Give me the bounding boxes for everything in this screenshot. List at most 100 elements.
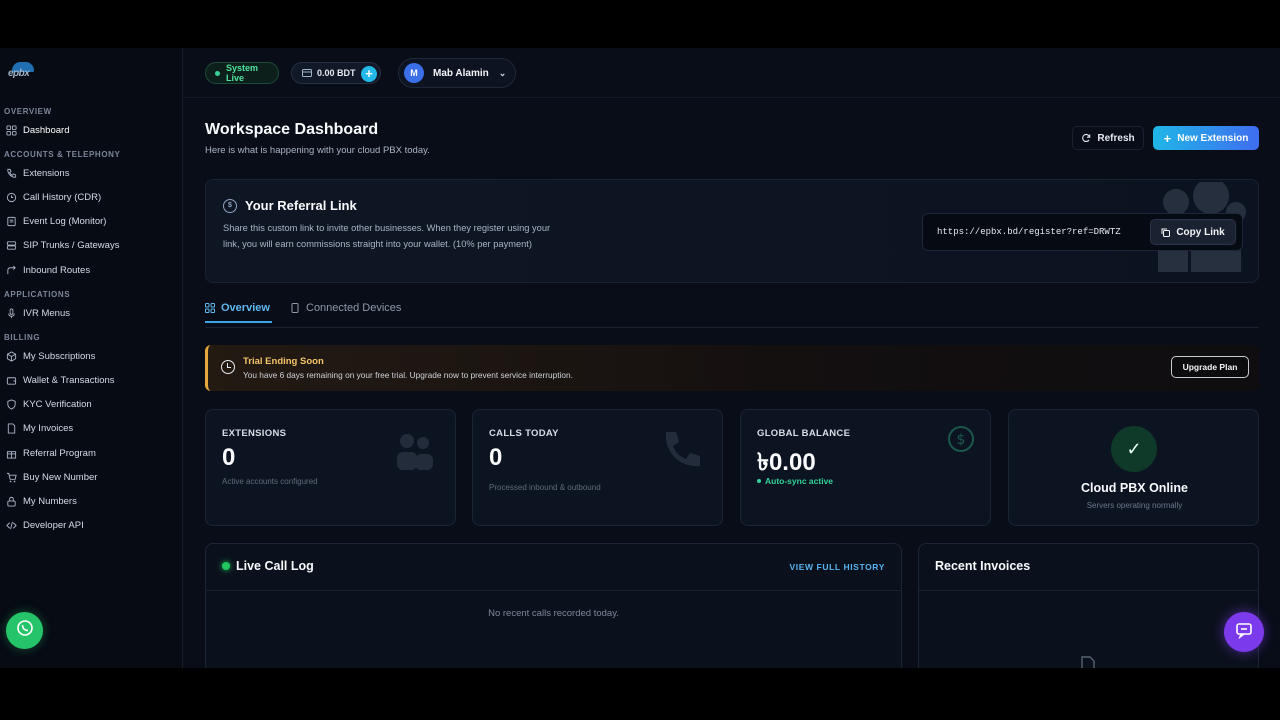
sidebar: epbx OVERVIEW Dashboard ACCOUNTS & TELEP…	[0, 48, 183, 668]
route-icon	[6, 265, 17, 276]
chat-icon	[1235, 621, 1253, 644]
add-funds-button[interactable]: +	[361, 66, 377, 82]
app-window: epbx OVERVIEW Dashboard ACCOUNTS & TELEP…	[0, 48, 1280, 668]
sync-dot-icon	[757, 479, 761, 483]
auto-sync-status: Auto-sync active	[757, 476, 833, 486]
active-tab-indicator	[205, 321, 272, 323]
logo[interactable]: epbx	[6, 62, 40, 84]
card-icon	[302, 69, 312, 77]
log-icon	[6, 216, 17, 227]
sidebar-item-sip-trunks[interactable]: SIP Trunks / Gateways	[0, 234, 176, 256]
sidebar-item-inbound-routes[interactable]: Inbound Routes	[0, 259, 176, 281]
referral-icon: $	[223, 198, 237, 213]
sidebar-item-event-log[interactable]: Event Log (Monitor)	[0, 210, 176, 232]
recent-invoices-panel: Recent Invoices	[918, 543, 1259, 668]
grid-icon	[205, 303, 215, 313]
sidebar-item-label: Buy New Number	[23, 471, 98, 483]
referral-card: $ Your Referral Link Share this custom l…	[205, 179, 1259, 283]
refresh-icon	[1081, 133, 1091, 143]
sidebar-item-label: Dashboard	[23, 124, 70, 136]
new-extension-button[interactable]: + New Extension	[1153, 126, 1259, 150]
sidebar-item-buy-number[interactable]: Buy New Number	[0, 466, 176, 488]
svg-text:$: $	[957, 432, 966, 448]
check-icon: ✓	[1111, 426, 1157, 472]
copy-icon	[1161, 228, 1171, 237]
sidebar-item-label: My Numbers	[23, 495, 77, 507]
sidebar-item-kyc[interactable]: KYC Verification	[0, 393, 176, 415]
document-icon	[1081, 656, 1095, 668]
top-letterbox	[0, 0, 1280, 48]
live-call-log-panel: Live Call Log VIEW FULL HISTORY No recen…	[205, 543, 902, 668]
chat-button[interactable]	[1224, 612, 1264, 652]
section-billing: BILLING	[4, 333, 41, 342]
sidebar-item-subscriptions[interactable]: My Subscriptions	[0, 345, 176, 367]
page-subtitle: Here is what is happening with your clou…	[205, 145, 430, 156]
stat-sub: Active accounts configured	[222, 477, 318, 486]
users-icon	[397, 434, 433, 470]
sidebar-item-referral[interactable]: Referral Program	[0, 442, 176, 464]
sidebar-item-label: Wallet & Transactions	[23, 374, 115, 386]
auto-sync-label: Auto-sync active	[765, 476, 834, 486]
sidebar-item-call-history[interactable]: Call History (CDR)	[0, 186, 176, 208]
online-sub: Servers operating normally	[1086, 501, 1183, 510]
avatar: M	[404, 63, 424, 83]
stat-value: 0	[222, 444, 236, 471]
sidebar-item-label: Inbound Routes	[23, 264, 91, 276]
page-title: Workspace Dashboard	[205, 121, 379, 138]
view-full-history-link[interactable]: VIEW FULL HISTORY	[789, 562, 885, 572]
status-dot-icon	[215, 70, 220, 76]
copy-link-button[interactable]: Copy Link	[1150, 219, 1236, 245]
live-dot-icon	[222, 562, 230, 570]
stat-label: GLOBAL BALANCE	[757, 428, 851, 439]
user-menu[interactable]: M Mab Alamin ⌄	[398, 58, 516, 88]
plus-icon: +	[1163, 130, 1172, 146]
whatsapp-button[interactable]	[6, 612, 43, 649]
sidebar-item-invoices[interactable]: My Invoices	[0, 417, 176, 439]
dollar-circle-icon: $	[948, 426, 974, 452]
tab-overview[interactable]: Overview	[205, 302, 270, 314]
empty-calls-message: No recent calls recorded today.	[488, 608, 619, 619]
tab-connected-devices[interactable]: Connected Devices	[290, 302, 401, 314]
sidebar-item-label: Extensions	[23, 167, 70, 179]
stat-value: 0	[489, 444, 503, 471]
sidebar-item-my-numbers[interactable]: My Numbers	[0, 490, 176, 512]
balance-value: 0.00 BDT	[317, 68, 356, 78]
whatsapp-icon	[16, 619, 34, 642]
cart-icon	[6, 472, 17, 483]
section-accounts: ACCOUNTS & TELEPHONY	[4, 150, 121, 159]
gift-icon	[6, 448, 17, 459]
refresh-button[interactable]: Refresh	[1072, 126, 1144, 150]
sidebar-item-ivr-menus[interactable]: IVR Menus	[0, 302, 176, 324]
sidebar-item-label: My Invoices	[23, 422, 74, 434]
trial-banner: Trial Ending Soon You have 6 days remain…	[205, 345, 1259, 391]
trial-description: You have 6 days remaining on your free t…	[243, 370, 573, 380]
balance-pill[interactable]: 0.00 BDT +	[291, 62, 381, 84]
user-name: Mab Alamin	[433, 67, 489, 79]
sidebar-item-dashboard[interactable]: Dashboard	[0, 119, 176, 141]
section-applications: APPLICATIONS	[4, 290, 71, 299]
sidebar-item-extensions[interactable]: Extensions	[0, 162, 176, 184]
top-header: System Live 0.00 BDT + M Mab Alamin ⌄	[184, 48, 1280, 98]
logo-text: epbx	[8, 68, 30, 79]
sidebar-item-label: Call History (CDR)	[23, 191, 102, 203]
sidebar-item-label: Developer API	[23, 519, 84, 531]
section-overview: OVERVIEW	[4, 107, 52, 116]
stat-card-online: ✓ Cloud PBX Online Servers operating nor…	[1008, 409, 1259, 526]
referral-description: Share this custom link to invite other b…	[223, 223, 551, 249]
sidebar-item-label: KYC Verification	[23, 398, 92, 410]
upgrade-plan-button[interactable]: Upgrade Plan	[1171, 356, 1249, 378]
microphone-icon	[6, 307, 17, 319]
referral-link[interactable]: https://epbx.bd/register?ref=DRWTZ	[937, 227, 1121, 237]
clock-icon	[6, 192, 17, 203]
stat-label: EXTENSIONS	[222, 428, 287, 439]
stat-card-balance: GLOBAL BALANCE ৳0.00 Auto-sync active $	[740, 409, 991, 526]
panel-title: Live Call Log	[222, 559, 314, 573]
wallet-icon	[6, 375, 17, 386]
sidebar-item-developer-api[interactable]: Developer API	[0, 514, 176, 536]
sidebar-item-wallet[interactable]: Wallet & Transactions	[0, 369, 176, 391]
sidebar-item-label: IVR Menus	[23, 307, 70, 319]
lock-icon	[6, 496, 17, 507]
shield-icon	[6, 398, 17, 410]
package-icon	[6, 350, 17, 362]
panel-title-text: Live Call Log	[236, 559, 314, 573]
